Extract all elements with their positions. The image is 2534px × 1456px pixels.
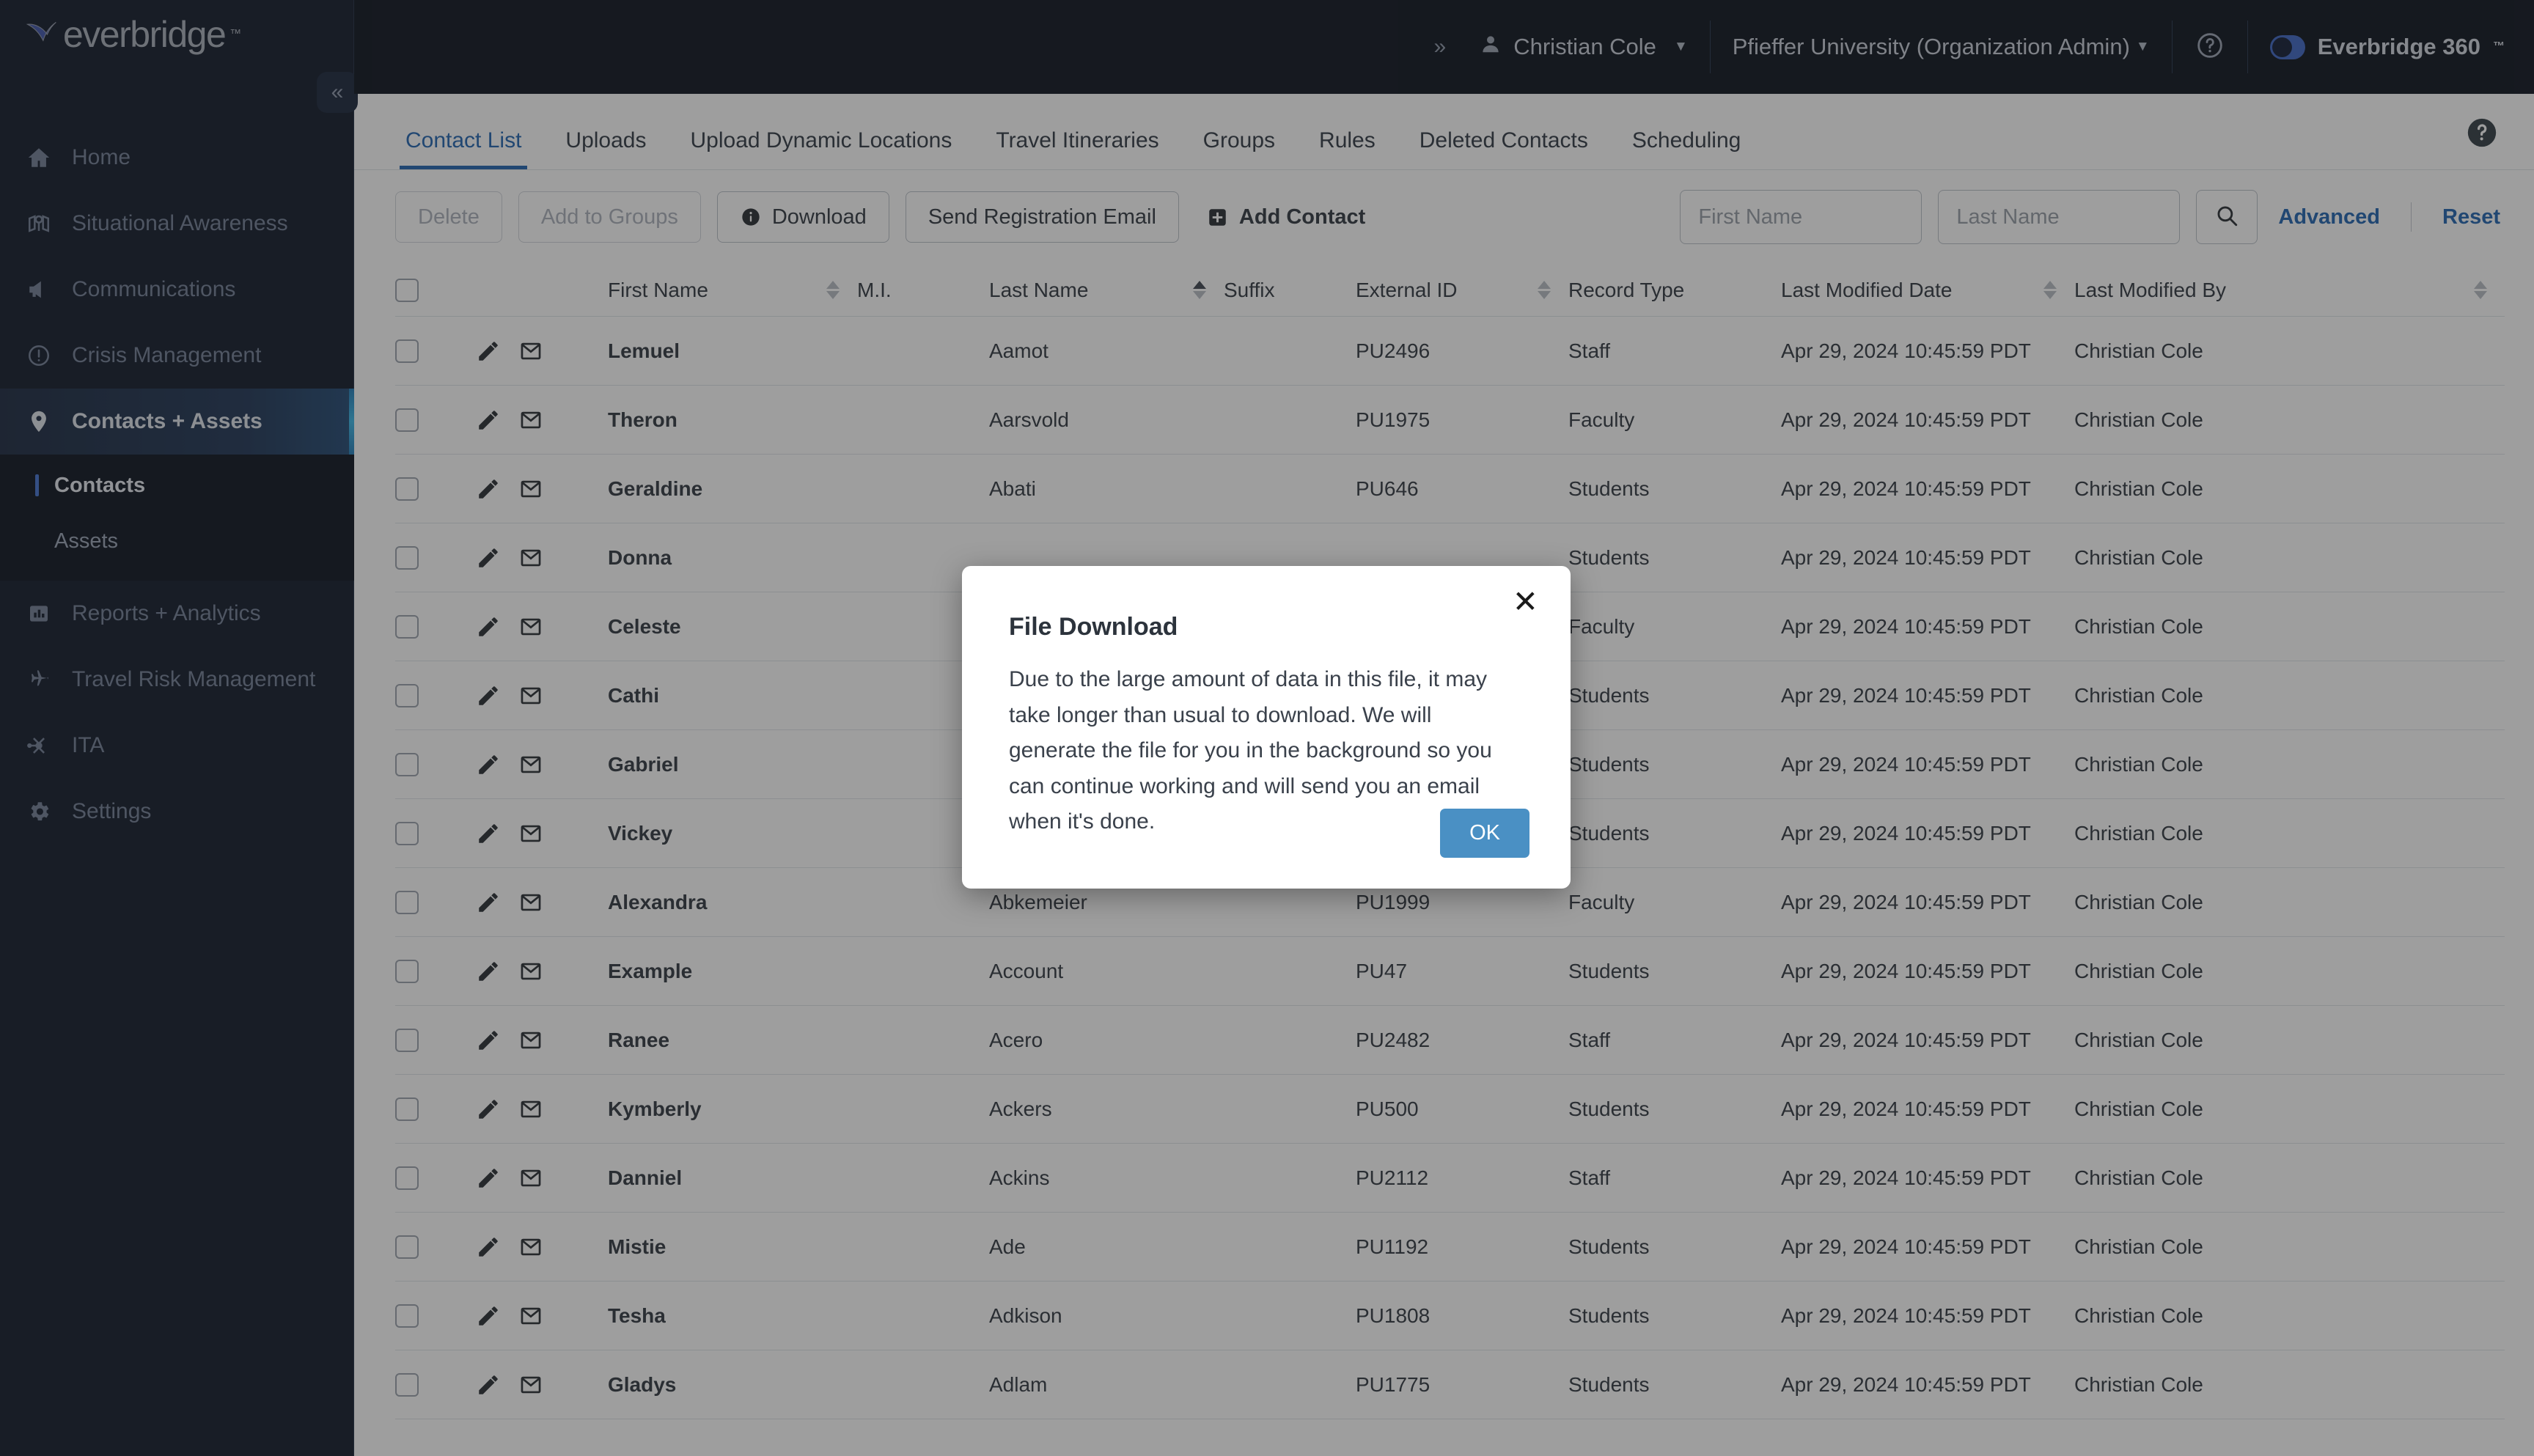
ok-button[interactable]: OK (1440, 809, 1529, 858)
dialog-title: File Download (1009, 613, 1178, 641)
file-download-dialog: ✕ File Download Due to the large amount … (962, 566, 1571, 889)
close-icon[interactable]: ✕ (1513, 587, 1538, 617)
app-root: everbridge ™ « Home Situational Awarenes… (0, 0, 2534, 1456)
dialog-message: Due to the large amount of data in this … (1009, 667, 1492, 834)
dialog-footer: OK (1440, 809, 1529, 858)
